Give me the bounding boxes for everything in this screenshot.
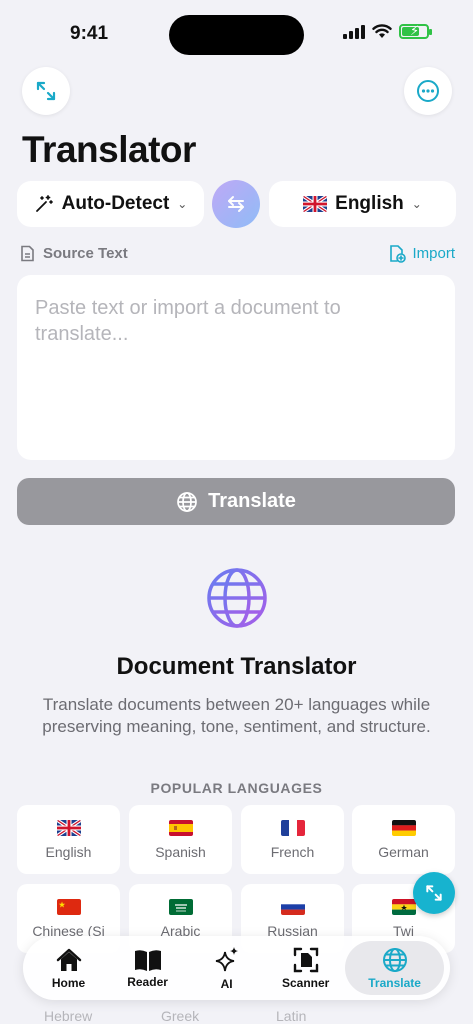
russia-flag-icon: [280, 899, 305, 915]
france-flag-icon: [280, 820, 305, 836]
tab-label: AI: [220, 976, 233, 991]
tab-label: Translate: [368, 975, 421, 990]
import-button[interactable]: Import: [388, 244, 455, 263]
chevron-down-icon: ⌄: [411, 197, 422, 211]
germany-flag-icon: [391, 820, 416, 836]
language-name: Spanish: [155, 844, 206, 860]
tab-reader[interactable]: Reader: [108, 941, 187, 995]
scanner-icon: [293, 947, 318, 972]
book-icon: [134, 949, 161, 971]
tab-label: Scanner: [281, 975, 330, 990]
expand-arrows-icon: [36, 81, 56, 101]
floating-expand-button[interactable]: [413, 872, 455, 914]
status-time: 9:41: [70, 23, 109, 44]
more-options-button[interactable]: [404, 67, 452, 115]
uk-flag-icon: [56, 820, 81, 836]
language-name: English: [45, 844, 92, 860]
language-card-english[interactable]: English: [17, 805, 120, 874]
source-text-header: Source Text: [20, 245, 128, 262]
import-document-icon: [390, 245, 407, 263]
language-name: German: [378, 844, 429, 860]
swap-arrows-icon: [228, 196, 244, 212]
hero-description: Translate documents between 20+ language…: [42, 695, 431, 736]
cellular-signal-icon: [343, 24, 365, 39]
language-card-spanish[interactable]: Spanish: [129, 805, 232, 874]
hero-title: Document Translator: [116, 653, 357, 680]
swap-languages-button[interactable]: [212, 180, 260, 228]
source-text-label: Source Text: [43, 245, 128, 262]
source-language-picker[interactable]: Auto-Detect ⌄: [17, 181, 204, 227]
tab-label: Reader: [127, 974, 168, 989]
dynamic-island: [169, 15, 304, 55]
house-icon: [56, 948, 81, 971]
source-language-label: Auto-Detect: [61, 193, 170, 214]
wifi-icon: [372, 24, 392, 38]
ghana-flag-icon: [391, 899, 416, 915]
globe-hero-icon: [207, 568, 267, 628]
target-language-picker[interactable]: English ⌄: [269, 181, 456, 227]
language-name-peek: Latin: [276, 1008, 307, 1024]
spain-flag-icon: [168, 820, 193, 836]
page-title: Translator: [22, 129, 196, 170]
saudi-flag-icon: [168, 899, 193, 915]
language-name-peek: Greek: [161, 1008, 200, 1024]
language-name: French: [270, 844, 315, 860]
tab-ai[interactable]: AI: [187, 941, 266, 995]
document-icon: [21, 245, 34, 262]
tab-scanner[interactable]: Scanner: [266, 941, 345, 995]
language-card-german[interactable]: German: [352, 805, 455, 874]
source-text-input[interactable]: Paste text or import a document to trans…: [17, 275, 455, 460]
status-bar: 9:41 ⚡: [0, 0, 473, 60]
tab-bar: Home Reader AI Scanner Translate: [23, 936, 450, 1000]
popular-languages-label: POPULAR LANGUAGES: [150, 780, 323, 796]
magic-wand-icon: [35, 195, 53, 212]
expand-arrows-icon: [426, 885, 442, 901]
globe-icon: [177, 491, 197, 512]
sparkles-icon: [215, 946, 238, 971]
chevron-down-icon: ⌄: [177, 197, 188, 211]
tab-translate[interactable]: Translate: [345, 941, 444, 995]
ellipsis-circle-icon: [417, 80, 439, 102]
translate-button-label: Translate: [208, 490, 296, 512]
language-name-peek: Hebrew: [44, 1008, 93, 1024]
language-card-french[interactable]: French: [241, 805, 344, 874]
tab-home[interactable]: Home: [29, 941, 108, 995]
import-label: Import: [412, 245, 455, 262]
status-icons: ⚡: [343, 23, 432, 39]
china-flag-icon: [56, 899, 81, 915]
source-text-placeholder: Paste text or import a document to trans…: [35, 297, 341, 345]
tab-label: Home: [51, 975, 86, 990]
expand-button[interactable]: [22, 67, 70, 115]
translate-button[interactable]: Translate: [17, 478, 455, 525]
uk-flag-icon: [303, 196, 328, 212]
globe-icon: [382, 947, 407, 972]
battery-icon: ⚡: [399, 23, 432, 39]
target-language-label: English: [335, 193, 404, 214]
